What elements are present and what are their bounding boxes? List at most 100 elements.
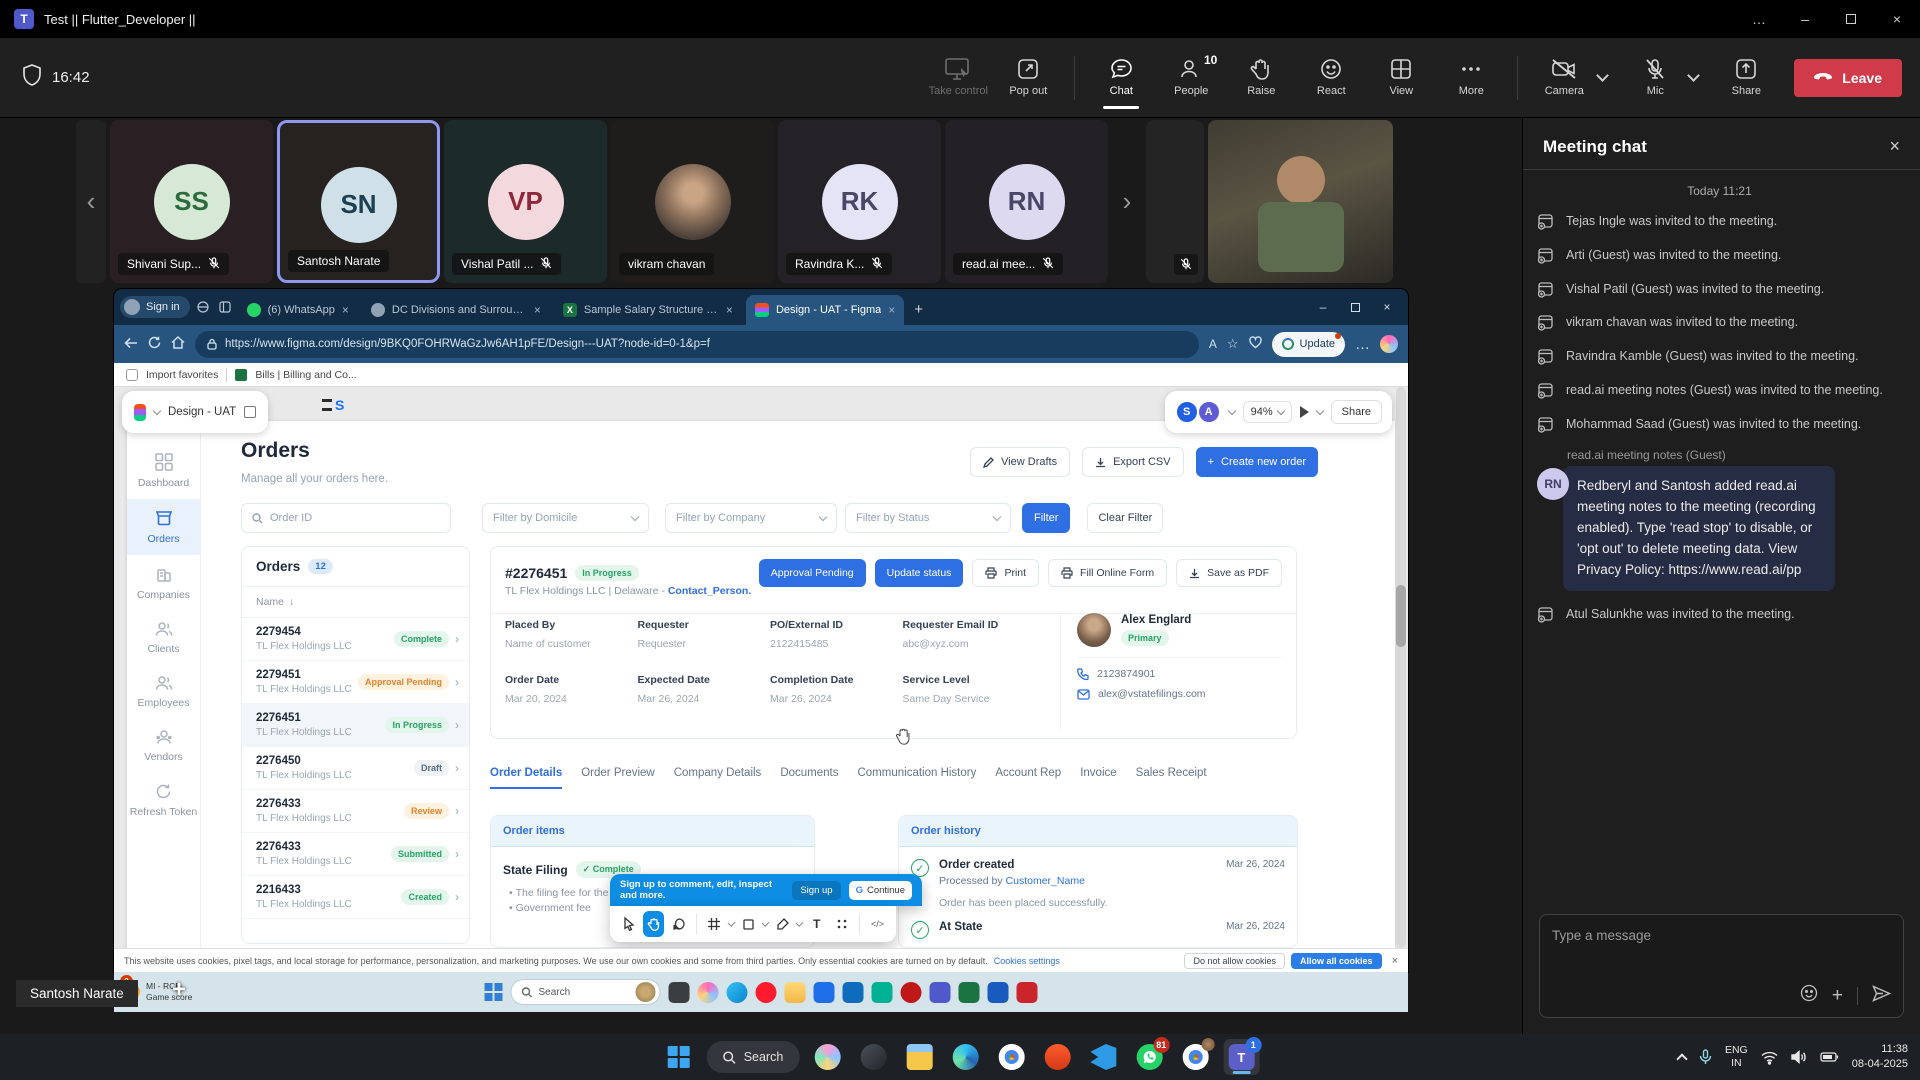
tab-sales-receipt[interactable]: Sales Receipt — [1136, 767, 1207, 789]
tab-communication-history[interactable]: Communication History — [857, 767, 976, 789]
battery-icon[interactable] — [1820, 1051, 1839, 1063]
sidebar-item-employees[interactable]: Employees — [127, 665, 200, 719]
tab-documents[interactable]: Documents — [780, 767, 838, 789]
pen-tool-chevron-icon[interactable] — [796, 919, 804, 927]
whatsapp-button[interactable]: 81 — [1131, 1039, 1167, 1075]
text-tool-icon[interactable]: T — [806, 911, 827, 937]
shared-taskbar-app-icon[interactable] — [669, 982, 690, 1003]
mic-options-chevron-icon[interactable] — [1687, 69, 1700, 82]
workspaces-icon[interactable] — [194, 298, 212, 316]
brave-button[interactable] — [1039, 1039, 1075, 1075]
outlook-icon[interactable] — [843, 982, 864, 1003]
figma-share-button[interactable]: Share — [1331, 400, 1382, 424]
save-as-pdf-button[interactable]: Save as PDF — [1176, 559, 1282, 587]
tab-order-details[interactable]: Order Details — [490, 767, 562, 789]
sidebar-item-refresh-token[interactable]: Refresh Token — [127, 773, 200, 828]
file-explorer-icon[interactable] — [785, 982, 806, 1003]
cookie-settings-link[interactable]: Cookies settings — [994, 956, 1060, 966]
attach-plus-icon[interactable]: + — [1832, 985, 1843, 1007]
camera-options-chevron-icon[interactable] — [1596, 69, 1609, 82]
send-icon[interactable] — [1872, 985, 1891, 1007]
order-row-selected[interactable]: 2276451TL Flex Holdings LLC In Progress› — [242, 704, 469, 747]
word-icon[interactable] — [988, 982, 1009, 1003]
copilot-button[interactable] — [809, 1039, 845, 1075]
raise-hand-button[interactable]: Raise — [1229, 45, 1293, 111]
copilot-icon[interactable] — [1380, 335, 1398, 353]
taskbar-app-dark[interactable] — [855, 1039, 891, 1075]
opera-icon[interactable] — [756, 982, 777, 1003]
view-drafts-button[interactable]: View Drafts — [970, 447, 1070, 477]
bookmark-bills[interactable]: Bills | Billing and Co... — [255, 369, 356, 381]
browser-tab-dc-divisions[interactable]: DC Divisions and Surroundings × — [362, 295, 550, 325]
home-icon[interactable] — [171, 336, 185, 353]
people-button[interactable]: 10 People — [1159, 45, 1223, 111]
browser-signin-button[interactable]: Sign in — [120, 296, 190, 318]
sidebar-item-vendors[interactable]: Vendors — [127, 719, 200, 773]
acrobat-icon[interactable] — [1017, 982, 1038, 1003]
allow-cookies-button[interactable]: Allow all cookies — [1291, 953, 1382, 969]
tab-close-icon[interactable]: × — [726, 303, 733, 317]
video-tile-partial[interactable] — [1146, 120, 1204, 283]
edge-icon[interactable] — [727, 982, 748, 1003]
canvas-scrollbar-thumb[interactable] — [1396, 585, 1406, 647]
chat-composer[interactable]: + — [1539, 914, 1904, 1018]
tab-company-details[interactable]: Company Details — [674, 767, 762, 789]
video-tile[interactable]: SS Shivani Sup... — [110, 120, 273, 283]
figma-pages-icon[interactable] — [244, 406, 256, 418]
chat-button[interactable]: Chat — [1089, 45, 1153, 111]
cookie-close-icon[interactable]: × — [1392, 955, 1398, 967]
sidebar-item-clients[interactable]: Clients — [127, 611, 200, 665]
pop-out-button[interactable]: Pop out — [996, 45, 1060, 111]
emoji-icon[interactable] — [1800, 984, 1818, 1007]
tiles-scroll-left-button[interactable]: ‹ — [76, 120, 106, 283]
pen-tool-icon[interactable] — [772, 911, 793, 937]
fill-online-form-button[interactable]: Fill Online Form — [1048, 559, 1167, 587]
order-row[interactable]: 2279454TL Flex Holdings LLC Complete› — [242, 618, 469, 661]
figma-signup-button[interactable]: Sign up — [792, 881, 840, 900]
video-tile[interactable]: VP Vishal Patil ... — [444, 120, 607, 283]
refresh-icon[interactable] — [148, 336, 161, 353]
vscode-button[interactable] — [1085, 1039, 1121, 1075]
order-row[interactable]: 2276450TL Flex Holdings LLC Draft› — [242, 747, 469, 790]
bookmark-import-favorites[interactable]: Import favorites — [146, 369, 218, 381]
collaborators-chevron-icon[interactable] — [1227, 406, 1235, 414]
order-id-input[interactable] — [270, 512, 440, 524]
print-button[interactable]: Print — [972, 559, 1039, 587]
wifi-icon[interactable] — [1761, 1051, 1778, 1064]
figma-menu-chevron-icon[interactable] — [153, 406, 161, 414]
approval-pending-button[interactable]: Approval Pending — [759, 559, 866, 587]
chat-input[interactable] — [1552, 928, 1891, 943]
view-button[interactable]: View — [1369, 45, 1433, 111]
browser-tab-figma-active[interactable]: Design - UAT - Figma × — [746, 295, 904, 325]
browser-tab-salary-sheet[interactable]: X Sample Salary Structure with calc × — [554, 295, 742, 325]
browser-maximize-button[interactable] — [1340, 293, 1370, 321]
browser-essentials-icon[interactable] — [1249, 336, 1262, 353]
collaborator-avatar[interactable]: S — [1175, 400, 1199, 424]
browser-minimize-button[interactable]: – — [1308, 293, 1338, 321]
taskbar-search[interactable]: Search — [707, 1041, 800, 1073]
filter-status-dropdown[interactable]: Filter by Status — [845, 503, 1011, 533]
file-explorer-button[interactable] — [901, 1039, 937, 1075]
shape-tool-icon[interactable] — [738, 911, 759, 937]
filter-button[interactable]: Filter — [1022, 503, 1070, 533]
read-aloud-icon[interactable]: A — [1209, 337, 1217, 351]
order-row[interactable]: 2276433TL Flex Holdings LLC Submitted› — [242, 833, 469, 876]
tab-account-rep[interactable]: Account Rep — [995, 767, 1061, 789]
contact-phone[interactable]: 2123874901 — [1077, 668, 1282, 680]
browser-settings-icon[interactable]: … — [1355, 336, 1370, 353]
sort-icon[interactable]: ↓ — [289, 596, 294, 608]
tiles-scroll-right-button[interactable]: › — [1112, 120, 1142, 283]
more-button[interactable]: More — [1439, 45, 1503, 111]
camera-button[interactable]: Camera — [1532, 45, 1596, 111]
sidebar-item-dashboard[interactable]: Dashboard — [127, 443, 200, 499]
sidebar-item-orders[interactable]: Orders — [127, 499, 200, 555]
vertical-tabs-icon[interactable] — [216, 298, 234, 316]
start-button[interactable] — [661, 1039, 697, 1075]
actions-tool-icon[interactable] — [831, 911, 852, 937]
teams-button[interactable]: 1 T — [1223, 1039, 1259, 1075]
canvas-scrollbar[interactable] — [1396, 387, 1406, 948]
deny-cookies-button[interactable]: Do not allow cookies — [1184, 953, 1285, 969]
tab-close-icon[interactable]: × — [888, 303, 895, 317]
present-chevron-icon[interactable] — [1315, 406, 1323, 414]
order-row[interactable]: 2276433TL Flex Holdings LLC Review› — [242, 790, 469, 833]
